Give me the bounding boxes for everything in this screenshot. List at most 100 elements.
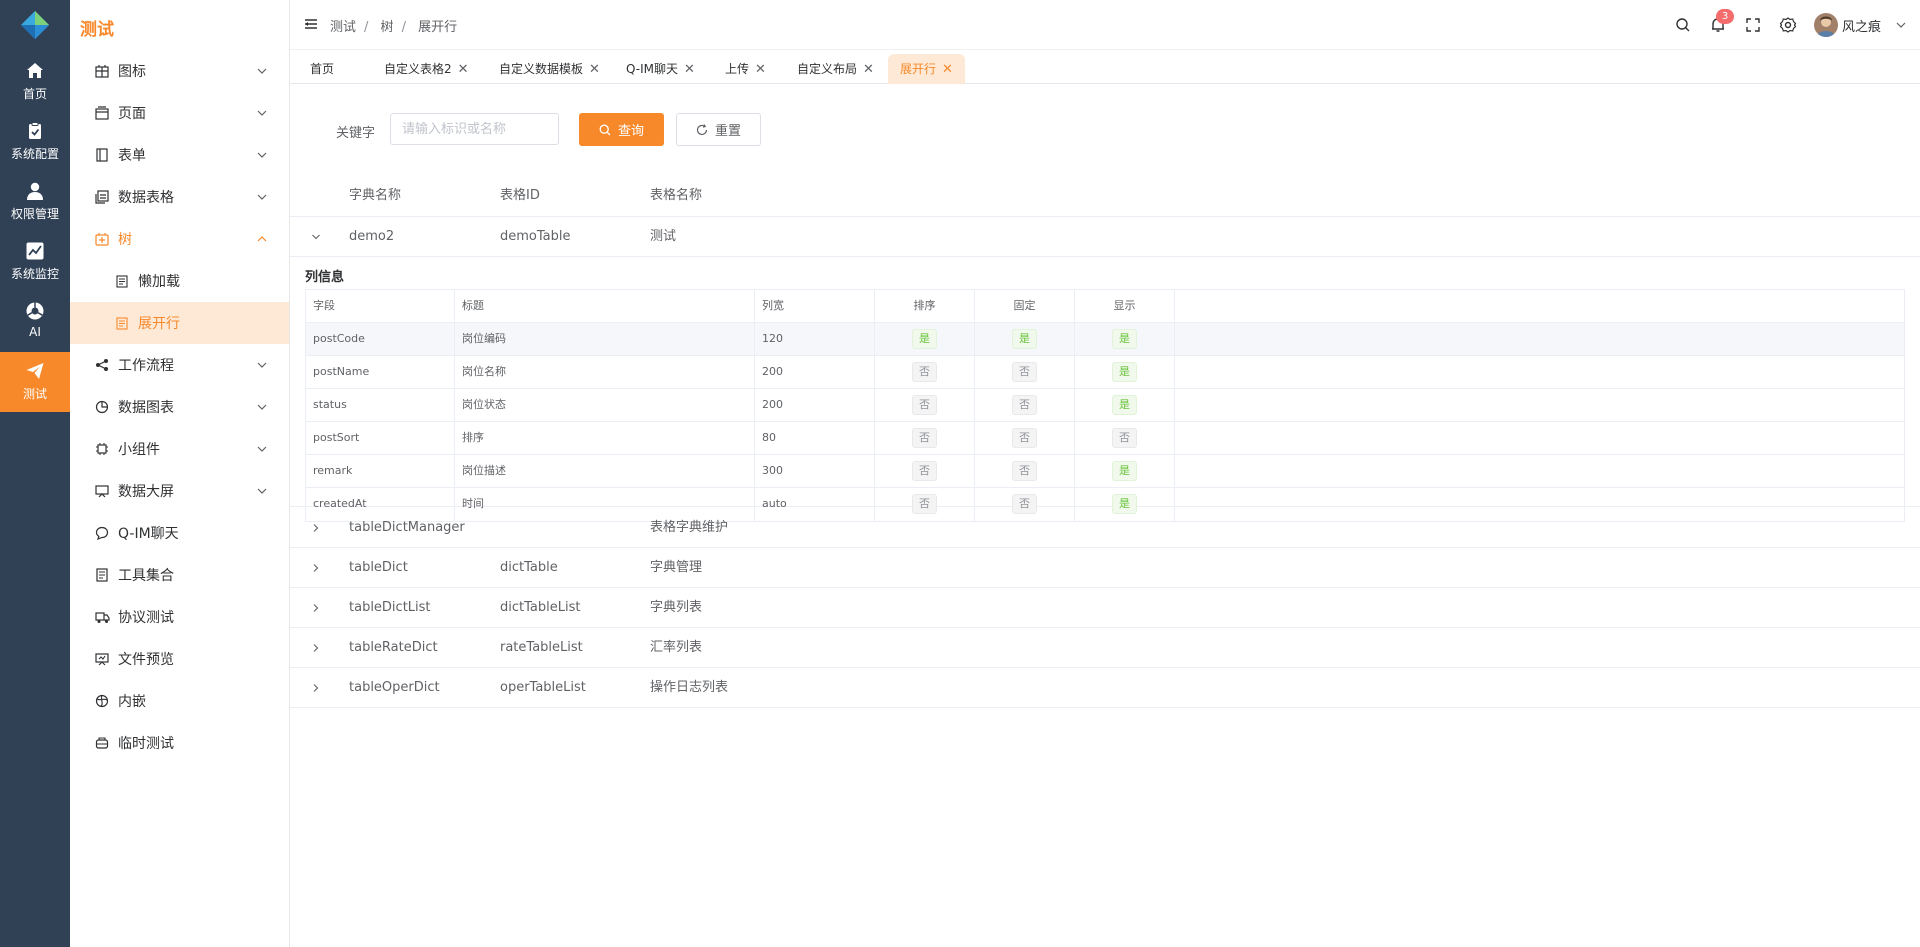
table-row[interactable]: tableDict dictTable 字典管理 bbox=[290, 548, 1920, 588]
menu-item-protocol-test[interactable]: 协议测试 bbox=[70, 596, 289, 638]
cell-fixed: 否 bbox=[975, 356, 1075, 389]
tab-label: 自定义布局 bbox=[797, 62, 858, 76]
menu-item-label: 页面 bbox=[118, 106, 146, 122]
tab-expand-row[interactable]: 展开行 ✕ bbox=[888, 54, 965, 84]
cell-dict-name: tableOperDict bbox=[349, 680, 440, 695]
close-icon[interactable]: ✕ bbox=[458, 55, 469, 85]
chevron-down-icon[interactable] bbox=[1894, 18, 1908, 32]
sub-column-header: 显示 bbox=[1075, 290, 1175, 323]
chevron-right-icon[interactable] bbox=[310, 682, 322, 694]
close-icon[interactable]: ✕ bbox=[863, 55, 874, 85]
rail-item-test[interactable]: 测试 bbox=[0, 352, 70, 412]
user-name[interactable]: 风之痕 bbox=[1842, 16, 1881, 35]
cell-field: postName bbox=[306, 356, 455, 389]
close-icon[interactable]: ✕ bbox=[684, 55, 695, 85]
side-menu: 测试 图标 页面 表单 数据表格 树 懒加载 展开行 工作流程 数据图表 小组件… bbox=[70, 0, 290, 947]
close-icon[interactable]: ✕ bbox=[755, 55, 766, 85]
cell-fixed: 否 bbox=[975, 422, 1075, 455]
cell-table-id: rateTableList bbox=[500, 640, 583, 655]
menu-item-tree[interactable]: 树 bbox=[70, 218, 289, 260]
chevron-right-icon[interactable] bbox=[310, 562, 322, 574]
menu-item-label: 数据图表 bbox=[118, 400, 174, 416]
table-row[interactable]: tableOperDict operTableList 操作日志列表 bbox=[290, 668, 1920, 708]
share-icon bbox=[94, 357, 110, 373]
menu-item-pages[interactable]: 页面 bbox=[70, 92, 289, 134]
menu-item-embed[interactable]: 内嵌 bbox=[70, 680, 289, 722]
cell-title: 岗位编码 bbox=[455, 323, 755, 356]
tab-custom-data-template[interactable]: 自定义数据模板 ✕ bbox=[487, 54, 612, 84]
rail-item-monitor[interactable]: 系统监控 bbox=[0, 232, 70, 292]
no-tag: 否 bbox=[1012, 395, 1037, 415]
chevron-right-icon[interactable] bbox=[310, 522, 322, 534]
cell-sort: 否 bbox=[875, 356, 975, 389]
cell-width: 200 bbox=[755, 356, 875, 389]
close-icon[interactable]: ✕ bbox=[589, 55, 600, 85]
menu-item-data-chart[interactable]: 数据图表 bbox=[70, 386, 289, 428]
doc-icon bbox=[114, 315, 130, 331]
menu-item-data-screen[interactable]: 数据大屏 bbox=[70, 470, 289, 512]
sub-table-header: 字段 标题 列宽 排序 固定 显示 bbox=[306, 290, 1904, 323]
tab-home[interactable]: 首页 bbox=[298, 54, 346, 84]
chevron-down-icon[interactable] bbox=[310, 231, 322, 243]
menu-item-widgets[interactable]: 小组件 bbox=[70, 428, 289, 470]
menu-item-file-preview[interactable]: 文件预览 bbox=[70, 638, 289, 680]
rail-item-ai[interactable]: AI bbox=[0, 292, 70, 352]
avatar[interactable] bbox=[1814, 13, 1838, 37]
breadcrumb-item[interactable]: 测试 bbox=[330, 20, 356, 35]
close-icon[interactable]: ✕ bbox=[942, 55, 953, 85]
cell-dict-name: tableDictList bbox=[349, 600, 431, 615]
chevron-right-icon[interactable] bbox=[310, 602, 322, 614]
tab-custom-table-2[interactable]: 自定义表格2 ✕ bbox=[372, 54, 481, 84]
menu-item-temp-test[interactable]: 临时测试 bbox=[70, 722, 289, 764]
menu-item-tools[interactable]: 工具集合 bbox=[70, 554, 289, 596]
no-tag: 否 bbox=[1012, 428, 1037, 448]
chevron-right-icon[interactable] bbox=[310, 642, 322, 654]
menu-item-qim-chat[interactable]: Q-IM聊天 bbox=[70, 512, 289, 554]
menu-item-icons[interactable]: 图标 bbox=[70, 50, 289, 92]
cell-filler bbox=[1275, 422, 1282, 455]
breadcrumb-item: 展开行 bbox=[418, 20, 458, 35]
rail-item-home[interactable]: 首页 bbox=[0, 52, 70, 112]
chevron-down-icon bbox=[257, 404, 267, 410]
cell-table-name: 字典管理 bbox=[650, 560, 703, 575]
ai-icon bbox=[26, 302, 44, 320]
cell-sort: 否 bbox=[875, 455, 975, 488]
cell-field: remark bbox=[306, 455, 455, 488]
tab-qim-chat[interactable]: Q-IM聊天 ✕ bbox=[614, 54, 707, 84]
tab-label: 首页 bbox=[310, 62, 335, 76]
yes-tag: 是 bbox=[1012, 329, 1037, 349]
menu-item-label: 图标 bbox=[118, 64, 146, 80]
sub-table-row: postCode 岗位编码 120 是 是 是 bbox=[306, 323, 1904, 356]
rail-item-permission[interactable]: 权限管理 bbox=[0, 172, 70, 232]
cell-table-id: demoTable bbox=[500, 229, 571, 244]
fullscreen-icon[interactable] bbox=[1744, 16, 1762, 34]
table-row[interactable]: tableDictManager 表格字典维护 bbox=[290, 508, 1920, 548]
keyword-input[interactable] bbox=[390, 113, 559, 145]
breadcrumb-item[interactable]: 树 bbox=[381, 20, 394, 35]
table-row[interactable]: demo2 demoTable 测试 bbox=[290, 217, 1920, 257]
gear-icon[interactable] bbox=[1779, 16, 1797, 34]
yes-tag: 是 bbox=[1112, 329, 1137, 349]
chevron-down-icon bbox=[257, 362, 267, 368]
table-row[interactable]: tableRateDict rateTableList 汇率列表 bbox=[290, 628, 1920, 668]
cell-filler bbox=[1275, 389, 1282, 422]
tab-custom-layout[interactable]: 自定义布局 ✕ bbox=[785, 54, 886, 84]
cell-width: 80 bbox=[755, 422, 875, 455]
cell-show: 否 bbox=[1075, 422, 1175, 455]
search-button[interactable]: 查询 bbox=[579, 113, 664, 146]
cell-filler bbox=[1275, 356, 1282, 389]
menu-toggle-icon[interactable] bbox=[304, 17, 318, 31]
reset-button[interactable]: 重置 bbox=[676, 113, 761, 146]
menu-item-lazy-load[interactable]: 懒加载 bbox=[70, 260, 289, 302]
menu-item-forms[interactable]: 表单 bbox=[70, 134, 289, 176]
menu-item-expand-row[interactable]: 展开行 bbox=[70, 302, 289, 344]
table-row[interactable]: tableDictList dictTableList 字典列表 bbox=[290, 588, 1920, 628]
tab-upload[interactable]: 上传 ✕ bbox=[713, 54, 778, 84]
rail-item-system-config[interactable]: 系统配置 bbox=[0, 112, 70, 172]
menu-item-label: 文件预览 bbox=[118, 652, 174, 668]
menu-item-data-table[interactable]: 数据表格 bbox=[70, 176, 289, 218]
search-icon[interactable] bbox=[1674, 16, 1692, 34]
chevron-down-icon bbox=[257, 110, 267, 116]
menu-item-workflow[interactable]: 工作流程 bbox=[70, 344, 289, 386]
chevron-up-icon bbox=[257, 236, 267, 242]
